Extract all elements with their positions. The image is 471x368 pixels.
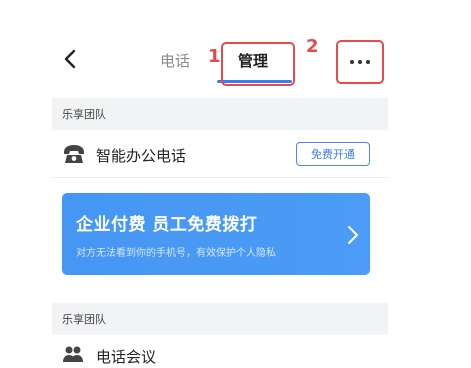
promo-banner-title: 企业付费 员工免费拨打 — [76, 215, 258, 235]
telephone-icon — [64, 145, 84, 163]
section-header: 乐享团队 — [52, 303, 388, 335]
tab-phone[interactable]: 电话 — [160, 50, 190, 71]
section-header: 乐享团队 — [52, 98, 388, 130]
more-horizontal-icon — [350, 60, 354, 64]
chevron-left-icon — [64, 49, 76, 69]
smart-office-phone-label: 智能办公电话 — [96, 147, 187, 165]
back-button[interactable] — [58, 44, 82, 74]
free-activate-button[interactable]: 免费开通 — [296, 142, 370, 166]
people-icon — [63, 346, 83, 362]
annotation-number-1: 1 — [208, 46, 221, 67]
conference-call-label: 电话会议 — [96, 348, 157, 366]
promo-banner-subtitle: 对方无法看到你的手机号，有效保护个人隐私 — [76, 248, 276, 259]
chevron-right-icon — [348, 226, 358, 244]
section-spacer — [52, 275, 388, 303]
annotation-box-1 — [221, 42, 295, 86]
more-options-button[interactable] — [340, 48, 380, 76]
annotation-number-2: 2 — [306, 36, 319, 57]
